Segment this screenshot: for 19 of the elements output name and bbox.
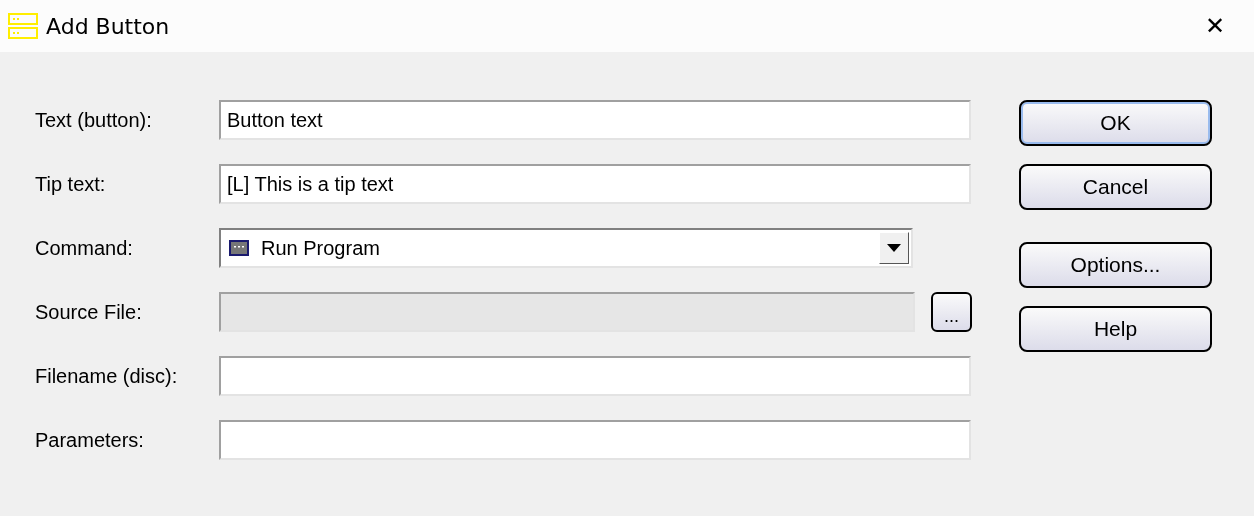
text-field[interactable] <box>219 420 971 460</box>
dialog-button[interactable]: Cancel <box>1019 164 1212 210</box>
text-field[interactable] <box>219 356 971 396</box>
app-icon <box>8 13 38 39</box>
program-window-icon <box>229 240 249 256</box>
close-button[interactable]: ✕ <box>1192 0 1238 52</box>
command-dropdown[interactable]: Run Program <box>219 228 913 268</box>
text-field[interactable]: [L] This is a tip text <box>219 164 971 204</box>
field-label: Text (button): <box>35 108 153 132</box>
window-title: Add Button <box>46 13 170 39</box>
field-label: Source File: <box>35 300 143 324</box>
dialog-button[interactable]: OK <box>1019 100 1212 146</box>
dialog-button[interactable]: Options... <box>1019 242 1212 288</box>
field-label: Parameters: <box>35 428 145 452</box>
field-label: Tip text: <box>35 172 107 196</box>
field-label: Filename (disc): <box>35 364 179 388</box>
field-label: Command: <box>35 236 134 260</box>
dialog-button[interactable]: Help <box>1019 306 1212 352</box>
text-field[interactable]: Button text <box>219 100 971 140</box>
